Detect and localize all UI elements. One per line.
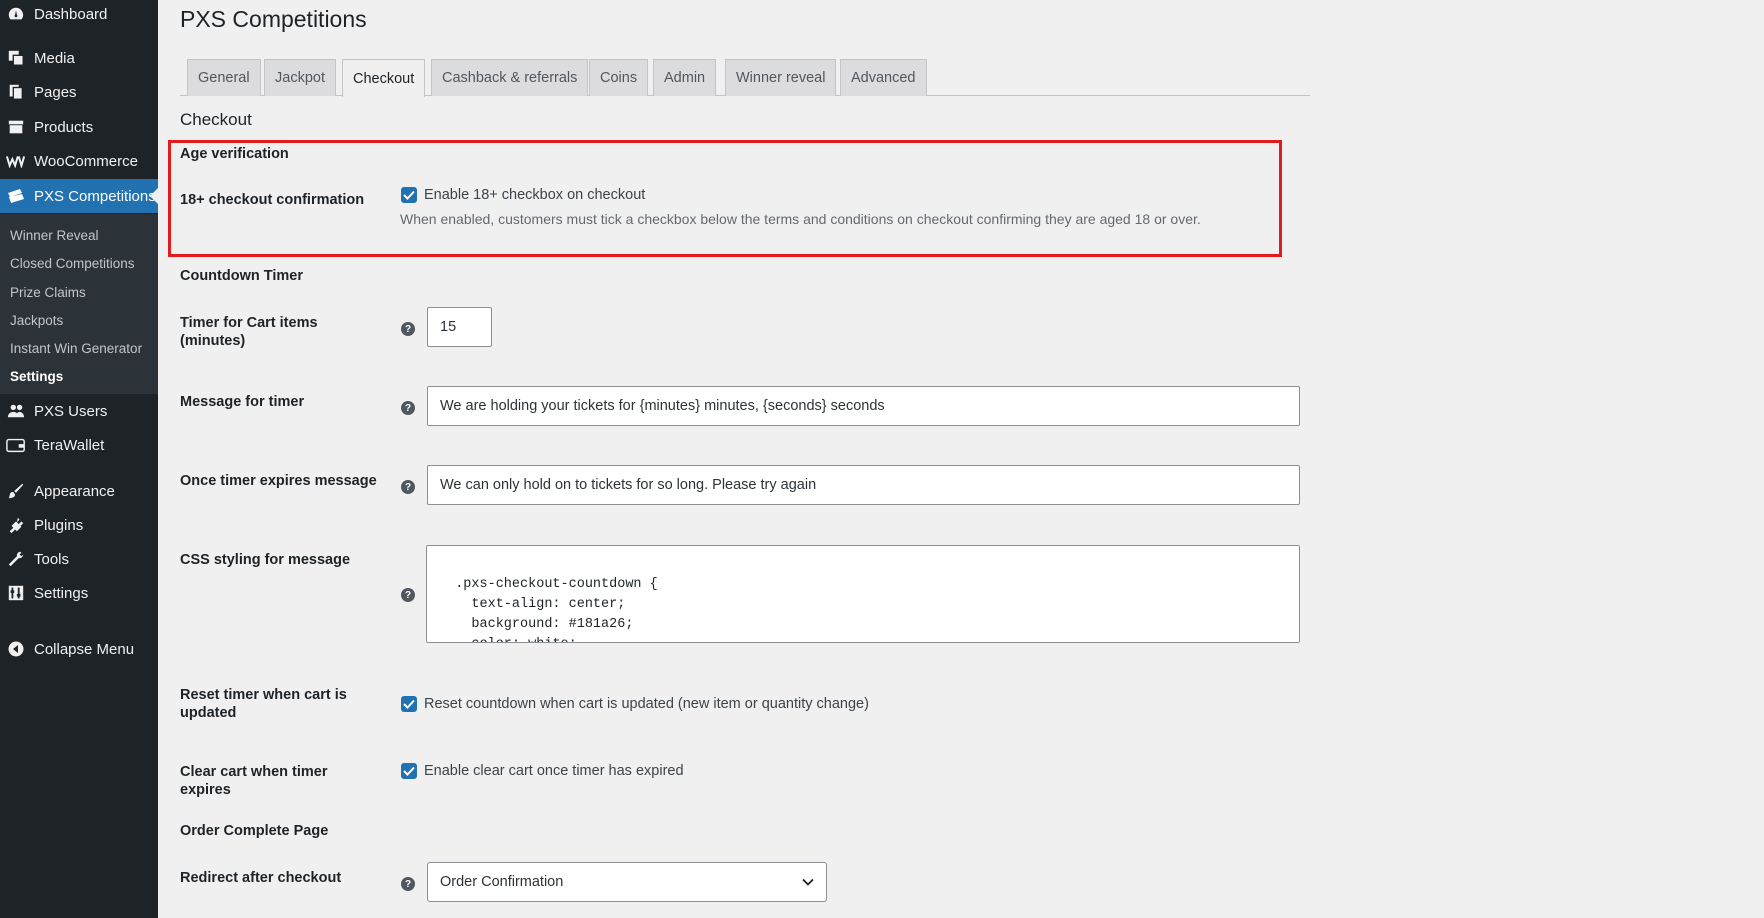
help-icon[interactable]: ? [401,401,415,415]
submenu-winner-reveal[interactable]: Winner Reveal [10,228,99,243]
age-confirmation-checkbox[interactable] [401,187,417,203]
help-icon[interactable]: ? [401,588,415,602]
clear-cart-checkbox-label[interactable]: Enable clear cart once timer has expired [424,763,684,779]
clear-cart-checkbox[interactable] [401,763,417,779]
sidebar-item-tools[interactable]: Tools [0,542,158,576]
sidebar-item-label: PXS Users [34,402,108,420]
sidebar-item-label: Tools [34,550,70,568]
woocommerce-icon [5,150,27,172]
timer-message-label: Message for timer [180,394,305,410]
collapse-menu-button[interactable]: Collapse Menu [0,632,158,666]
products-icon [5,116,27,138]
tab-general[interactable]: General [187,59,261,96]
section-title: Checkout [180,110,252,129]
sidebar-item-media[interactable]: Media [0,41,158,75]
countdown-timer-heading: Countdown Timer [180,268,303,284]
sidebar-item-label: WooCommerce [34,152,138,170]
tab-winner-reveal[interactable]: Winner reveal [725,59,837,96]
sidebar-item-label: Pages [34,83,77,101]
sidebar-item-label: Appearance [34,482,115,500]
clear-cart-label: Clear cart when timer expires [180,764,328,798]
chevron-down-icon [802,878,814,886]
checkmark-icon [403,699,415,709]
admin-sidebar: Winner Reveal Closed Competitions Prize … [0,0,158,918]
settings-tabs: General Jackpot Checkout Cashback & refe… [180,59,1310,97]
reset-timer-checkbox[interactable] [401,696,417,712]
sidebar-item-pxs-competitions[interactable]: PXS Competitions [0,179,158,213]
tab-coins[interactable]: Coins [589,59,649,96]
redirect-label: Redirect after checkout [180,870,342,886]
settings-icon [5,582,27,604]
sidebar-item-label: Products [34,118,94,136]
sidebar-item-appearance[interactable]: Appearance [0,474,158,508]
sidebar-item-settings[interactable]: Settings [0,576,158,610]
timer-message-input[interactable]: We are holding your tickets for {minutes… [427,386,1300,426]
reset-timer-label: Reset timer when cart is updated [180,687,347,721]
wrench-icon [5,548,27,570]
textarea-scrollbar[interactable] [1282,546,1299,642]
wallet-icon [5,434,27,456]
sidebar-item-woocommerce[interactable]: WooCommerce [0,144,158,178]
page-title: PXS Competitions [180,6,367,32]
submenu-jackpots[interactable]: Jackpots [10,313,63,328]
sidebar-item-label: Collapse Menu [34,640,135,658]
tickets-icon [5,185,27,207]
sidebar-item-label: PXS Competitions [34,187,156,205]
tab-checkout[interactable]: Checkout [342,59,426,97]
tab-advanced[interactable]: Advanced [840,59,927,96]
sidebar-item-products[interactable]: Products [0,110,158,144]
sidebar-item-label: Dashboard [34,5,108,23]
sidebar-item-pxs-users[interactable]: PXS Users [0,394,158,428]
cart-timer-input[interactable]: 15 [427,307,492,347]
age-confirmation-checkbox-label[interactable]: Enable 18+ checkbox on checkout [424,187,645,203]
checkmark-icon [403,190,415,200]
submenu-instant-win-generator[interactable]: Instant Win Generator [10,341,142,356]
sidebar-item-label: TeraWallet [34,436,105,454]
help-icon[interactable]: ? [401,877,415,891]
sidebar-item-label: Plugins [34,516,84,534]
checkmark-icon [403,766,415,776]
age-verification-heading: Age verification [180,146,289,162]
expire-message-label: Once timer expires message [180,473,377,489]
order-complete-heading: Order Complete Page [180,823,329,839]
help-icon[interactable]: ? [401,480,415,494]
redirect-select[interactable]: Order Confirmation [427,862,827,902]
pages-icon [5,81,27,103]
collapse-icon [5,638,27,660]
cart-timer-label: Timer for Cart items (minutes) [180,315,318,349]
tab-jackpot[interactable]: Jackpot [264,59,336,96]
redirect-select-value: Order Confirmation [440,874,564,890]
submenu-closed-competitions[interactable]: Closed Competitions [10,256,135,271]
sidebar-item-terawallet[interactable]: TeraWallet [0,428,158,462]
media-icon [5,47,27,69]
age-confirmation-description: When enabled, customers must tick a chec… [400,211,1201,227]
reset-timer-checkbox-label[interactable]: Reset countdown when cart is updated (ne… [424,696,869,712]
dashboard-icon [5,3,27,25]
sidebar-item-plugins[interactable]: Plugins [0,508,158,542]
css-styling-text: .pxs-checkout-countdown { text-align: ce… [455,577,658,642]
submenu-settings[interactable]: Settings [10,369,63,384]
sidebar-item-dashboard[interactable]: Dashboard [0,0,158,31]
users-icon [5,400,27,422]
tab-cashback-referrals[interactable]: Cashback & referrals [431,59,589,96]
submenu-prize-claims[interactable]: Prize Claims [10,285,86,300]
pxs-submenu: Winner Reveal Closed Competitions Prize … [0,214,158,394]
help-icon[interactable]: ? [401,322,415,336]
age-confirmation-label: 18+ checkout confirmation [180,192,365,208]
css-styling-textarea[interactable]: .pxs-checkout-countdown { text-align: ce… [426,545,1300,643]
plugin-icon [5,514,27,536]
sidebar-item-label: Media [34,49,75,67]
sidebar-item-label: Settings [34,584,89,602]
paintbrush-icon [5,480,27,502]
css-styling-label: CSS styling for message [180,552,351,568]
expire-message-input[interactable]: We can only hold on to tickets for so lo… [427,465,1300,505]
sidebar-item-pages[interactable]: Pages [0,75,158,109]
tab-admin[interactable]: Admin [653,59,717,96]
